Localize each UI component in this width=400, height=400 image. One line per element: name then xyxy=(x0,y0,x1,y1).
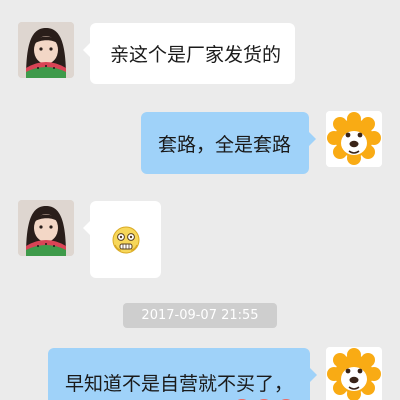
scared-emoji-icon xyxy=(112,226,139,253)
lion-avatar[interactable] xyxy=(326,347,382,400)
message-text-4: 早知道不是自营就不买了， xyxy=(65,373,294,395)
chat-window: 亲这个是厂家发货的 套路，全是套路 2017-09-07 21:55 早知道不是… xyxy=(0,0,400,400)
message-bubble-4[interactable]: 早知道不是自营就不买了， xyxy=(48,348,317,400)
girl-portrait-icon xyxy=(18,22,74,78)
timestamp-badge: 2017-09-07 21:55 xyxy=(123,303,277,328)
message-text-2: 套路，全是套路 xyxy=(158,133,292,156)
girl-avatar[interactable] xyxy=(18,22,74,78)
message-text-1: 亲这个是厂家发货的 xyxy=(110,44,282,66)
lion-mascot-icon xyxy=(326,347,382,400)
girl-portrait-icon xyxy=(18,200,74,256)
girl-avatar[interactable] xyxy=(18,200,74,256)
emoji-row-icon xyxy=(237,399,291,400)
message-bubble-2[interactable]: 套路，全是套路 xyxy=(141,112,316,174)
message-bubble-3[interactable] xyxy=(83,201,161,278)
lion-mascot-icon xyxy=(326,111,382,167)
message-bubble-1[interactable]: 亲这个是厂家发货的 xyxy=(83,23,295,84)
lion-avatar[interactable] xyxy=(326,111,382,167)
